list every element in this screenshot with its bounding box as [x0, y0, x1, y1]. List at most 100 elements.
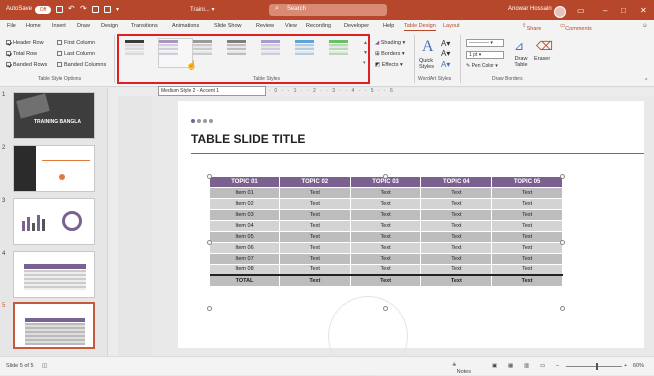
table-cell[interactable]: Text	[491, 186, 563, 198]
table-header-cell[interactable]: TOPIC 05	[491, 177, 563, 187]
table-cell[interactable]: Text	[279, 219, 351, 231]
tab-developer[interactable]: Developer	[344, 23, 369, 29]
table-cell[interactable]: Text	[420, 230, 493, 242]
file-name[interactable]: Traini... ▾	[190, 6, 214, 13]
quick-styles-icon[interactable]: A	[422, 38, 434, 56]
table-cell[interactable]: Text	[279, 263, 351, 275]
zoom-slider-thumb[interactable]	[596, 363, 598, 370]
table-cell[interactable]: Text	[420, 219, 493, 231]
table-cell[interactable]: Text	[491, 252, 563, 264]
minimize-icon[interactable]: –	[603, 6, 607, 15]
draw-table-icon[interactable]: ⊿	[514, 39, 524, 53]
resize-handle[interactable]	[207, 174, 212, 179]
text-fill-icon[interactable]: A▾	[441, 39, 450, 48]
table-cell[interactable]: Item 04	[210, 219, 280, 231]
effects-button[interactable]: ◩ Effects ▾	[375, 62, 403, 68]
table-cell[interactable]: Text	[420, 208, 493, 220]
slide-thumbnail-1[interactable]: TRAINING BANGLA	[13, 92, 95, 139]
table-cell[interactable]: Text	[491, 230, 563, 242]
draw-table-button[interactable]: Draw Table	[512, 56, 530, 68]
resize-handle[interactable]	[560, 240, 565, 245]
table-cell[interactable]: Text	[350, 219, 422, 231]
accessibility-icon[interactable]: ◫	[42, 363, 47, 369]
shading-button[interactable]: ◢ Shading ▾	[375, 40, 405, 46]
slide-thumbnail-4[interactable]	[13, 251, 95, 298]
table-header-cell[interactable]: TOPIC 02	[279, 177, 351, 187]
feedback-icon[interactable]: ☺	[642, 23, 648, 29]
table-cell[interactable]: Text	[491, 219, 563, 231]
comments-button[interactable]: ▭ Comments	[560, 23, 592, 32]
table-cell[interactable]: Text	[491, 263, 563, 275]
table-header-cell[interactable]: TOPIC 01	[210, 177, 280, 187]
pen-color-button[interactable]: ✎ Pen Color ▾	[466, 63, 498, 69]
text-effects-icon[interactable]: A▾	[441, 60, 450, 69]
option-last-column[interactable]: Last Column	[57, 51, 95, 57]
slide-thumbnail-5[interactable]	[13, 302, 95, 349]
table-cell[interactable]: Text	[279, 197, 351, 209]
tab-animations[interactable]: Animations	[172, 23, 199, 29]
tab-recording[interactable]: Recording	[306, 23, 331, 29]
table-cell[interactable]: Text	[491, 241, 563, 253]
resize-handle[interactable]	[560, 174, 565, 179]
tab-layout[interactable]: Layout	[443, 23, 460, 29]
tab-help[interactable]: Help	[383, 23, 394, 29]
zoom-in-icon[interactable]: +	[624, 363, 627, 369]
tab-file[interactable]: File	[7, 23, 16, 29]
redo-icon[interactable]: ↷	[80, 4, 87, 13]
present-icon[interactable]	[92, 6, 99, 13]
ribbon-display-icon[interactable]: ▭	[577, 6, 585, 15]
slide-title[interactable]: TABLE SLIDE TITLE	[191, 132, 305, 146]
table-cell[interactable]: Item 06	[210, 241, 280, 253]
table-cell[interactable]: Text	[350, 186, 422, 198]
borders-button[interactable]: ⊞ Borders ▾	[375, 51, 405, 57]
table-header-cell[interactable]: TOPIC 04	[420, 177, 493, 187]
table-cell[interactable]: Item 08	[210, 263, 280, 275]
table-total-cell[interactable]: Text	[350, 274, 422, 286]
close-icon[interactable]: ✕	[640, 6, 647, 15]
pen-weight-select[interactable]: 1 pt ▾	[466, 51, 504, 59]
option-total-row[interactable]: Total Row	[6, 51, 37, 57]
zoom-out-icon[interactable]: –	[556, 363, 559, 369]
tab-transitions[interactable]: Transitions	[131, 23, 158, 29]
maximize-icon[interactable]: □	[621, 6, 626, 15]
table-cell[interactable]: Text	[350, 197, 422, 209]
tab-design[interactable]: Design	[101, 23, 118, 29]
share-button[interactable]: ⇧ Share	[522, 23, 541, 32]
pen-style-select[interactable]: ———— ▾	[466, 39, 504, 47]
slide-thumbnail-3[interactable]	[13, 198, 95, 245]
table-cell[interactable]: Text	[491, 208, 563, 220]
tab-slide-show[interactable]: Slide Show	[214, 23, 242, 29]
table-cell[interactable]: Text	[350, 208, 422, 220]
tab-view[interactable]: View	[285, 23, 297, 29]
table-total-cell[interactable]: Text	[420, 274, 493, 286]
normal-view-icon[interactable]: ▣	[492, 363, 497, 369]
table-cell[interactable]: Text	[279, 252, 351, 264]
screenshot-icon[interactable]	[104, 6, 111, 13]
table-cell[interactable]: Text	[279, 230, 351, 242]
table-cell[interactable]: Text	[420, 186, 493, 198]
table-cell[interactable]: Text	[279, 241, 351, 253]
collapse-ribbon-icon[interactable]: ^	[645, 78, 647, 84]
quick-styles-button[interactable]: Quick Styles	[419, 58, 441, 70]
table-total-cell[interactable]: TOTAL	[210, 274, 280, 286]
table-cell[interactable]: Text	[350, 241, 422, 253]
slide-sorter-icon[interactable]: ▦	[508, 363, 513, 369]
tab-insert[interactable]: Insert	[52, 23, 66, 29]
table-cell[interactable]: Item 05	[210, 230, 280, 242]
table-cell[interactable]: Text	[350, 230, 422, 242]
table-cell[interactable]: Text	[491, 197, 563, 209]
data-table[interactable]: TOPIC 01 TOPIC 02 TOPIC 03 TOPIC 04 TOPIC 05…	[210, 177, 563, 286]
table-total-cell[interactable]: Text	[491, 274, 563, 286]
table-cell[interactable]: Item 03	[210, 208, 280, 220]
tab-home[interactable]: Home	[26, 23, 41, 29]
autosave-toggle[interactable]: Off	[35, 6, 51, 14]
table-cell[interactable]: Text	[279, 186, 351, 198]
reading-view-icon[interactable]: ▥	[524, 363, 529, 369]
resize-handle[interactable]	[383, 174, 388, 179]
option-banded-columns[interactable]: Banded Columns	[57, 62, 106, 68]
zoom-level[interactable]: 60%	[633, 363, 644, 369]
customize-qat-icon[interactable]: ▾	[116, 6, 119, 13]
slide-show-icon[interactable]: ▭	[540, 363, 545, 369]
notes-button[interactable]: ≜ Notes	[452, 363, 471, 375]
tab-review[interactable]: Review	[256, 23, 274, 29]
